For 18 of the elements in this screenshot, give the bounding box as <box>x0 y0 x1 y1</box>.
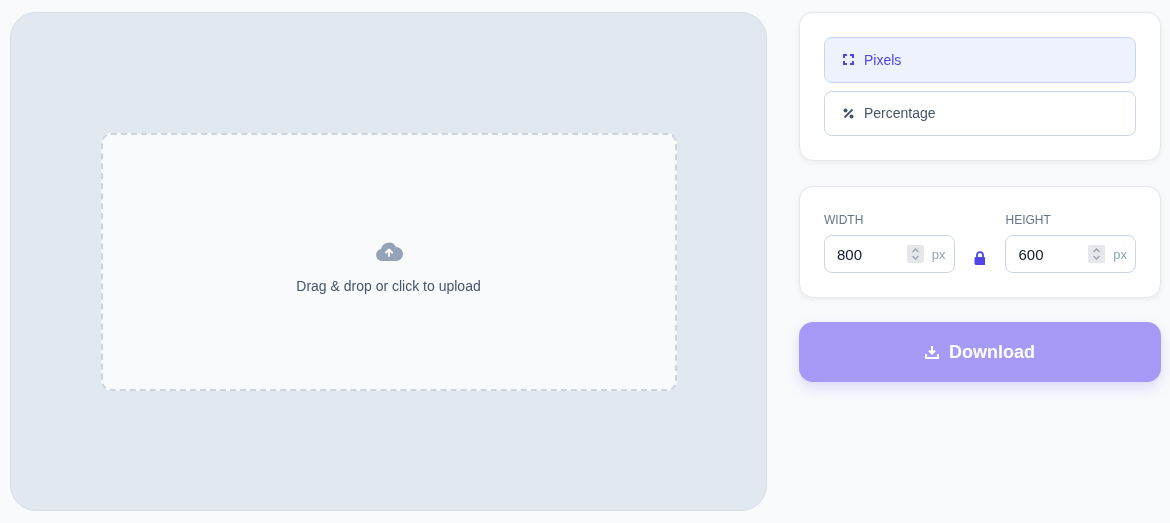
upload-dropzone[interactable]: Drag & drop or click to upload <box>100 132 677 391</box>
download-icon <box>925 345 939 359</box>
field-label: WIDTH <box>824 213 865 227</box>
unit-option[interactable]: Percentage <box>824 90 1136 136</box>
lock-icon[interactable] <box>973 251 986 265</box>
dimension-field[interactable]: 800 px <box>824 235 955 273</box>
unit-label: px <box>1113 246 1127 262</box>
spinner-icon <box>906 245 924 263</box>
field-label: HEIGHT <box>1005 213 1052 227</box>
corners-icon <box>843 54 854 66</box>
unit-option[interactable]: Pixels <box>824 37 1136 83</box>
field-value: 800 <box>837 245 864 263</box>
upload-hint: Drag & drop or click to upload <box>296 277 481 294</box>
unit-label: px <box>931 246 946 262</box>
field-value: 600 <box>1018 245 1045 263</box>
percent-icon <box>843 107 854 119</box>
spinner-icon <box>1088 245 1106 263</box>
dimension-field[interactable]: 600 px <box>1005 235 1136 273</box>
